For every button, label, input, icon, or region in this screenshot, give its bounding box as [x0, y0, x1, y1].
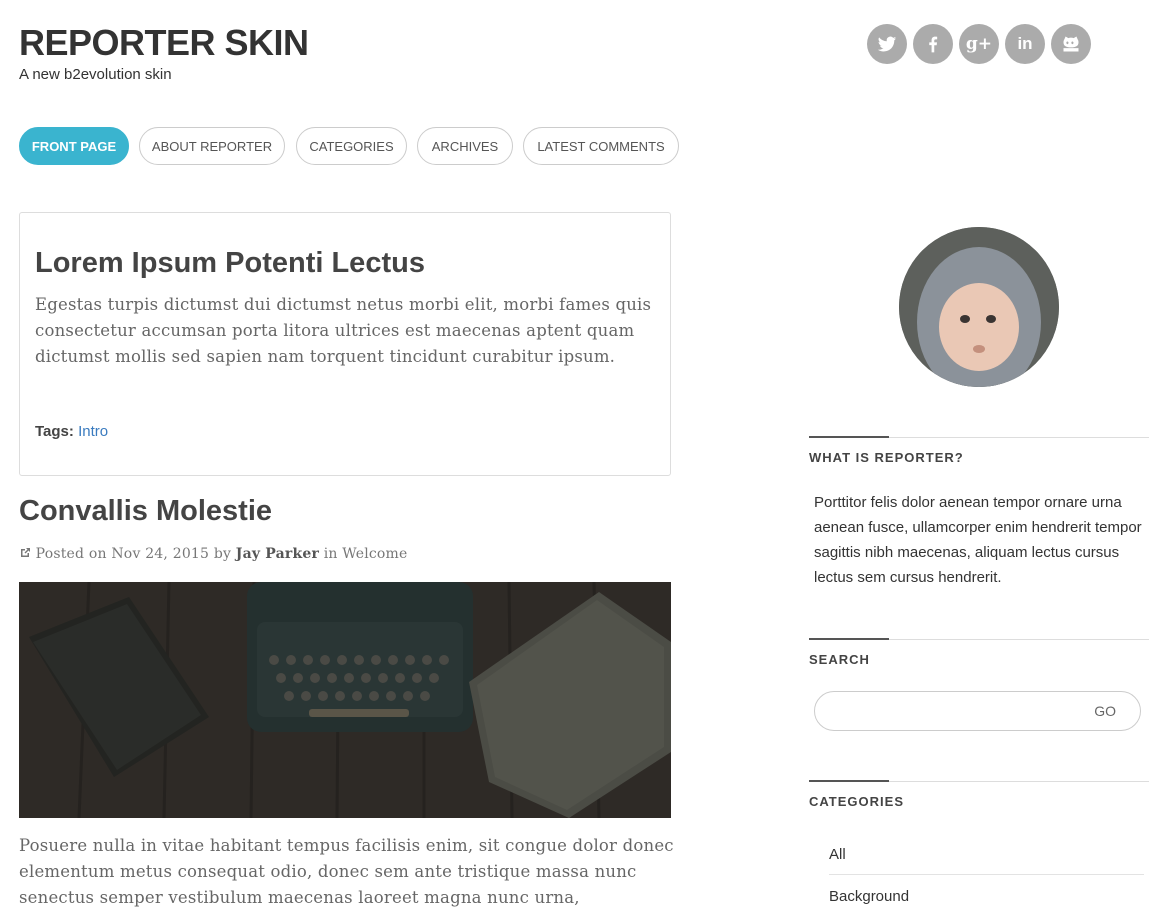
- posted-on-label: Posted on: [35, 546, 107, 562]
- search-input[interactable]: [829, 700, 1083, 724]
- twitter-button[interactable]: [867, 24, 907, 64]
- post-author[interactable]: Jay Parker: [236, 546, 319, 562]
- facebook-icon: [929, 36, 938, 53]
- linkedin-button[interactable]: in: [1005, 24, 1045, 64]
- widget-title-about: WHAT IS REPORTER?: [809, 450, 964, 465]
- nav-categories[interactable]: CATEGORIES: [296, 127, 407, 165]
- github-button[interactable]: [1051, 24, 1091, 64]
- by-label: by: [213, 546, 232, 562]
- site-tagline: A new b2evolution skin: [19, 66, 172, 83]
- google-plus-button[interactable]: g+: [959, 24, 999, 64]
- widget-divider: [809, 436, 1149, 438]
- post-excerpt: Egestas turpis dictumst dui dictumst net…: [35, 295, 652, 366]
- intro-post-card: Lorem Ipsum Potenti Lectus Egestas turpi…: [19, 212, 671, 476]
- baby-photo: [899, 227, 1059, 387]
- widget-divider: [809, 780, 1149, 782]
- about-text: Porttitor felis dolor aenean tempor orna…: [814, 494, 1142, 586]
- facebook-button[interactable]: [913, 24, 953, 64]
- post-excerpt: Posuere nulla in vitae habitant tempus f…: [19, 836, 674, 907]
- google-plus-icon: g+: [965, 34, 993, 54]
- tags-label: Tags:: [35, 423, 74, 440]
- typewriter-photo: [19, 582, 671, 818]
- twitter-icon: [877, 36, 897, 52]
- external-link-icon: [19, 546, 36, 562]
- site-title[interactable]: REPORTER SKIN: [19, 22, 309, 64]
- nav-latest-comments[interactable]: LATEST COMMENTS: [523, 127, 679, 165]
- category-item-background[interactable]: Background: [829, 888, 1144, 905]
- widget-title-search: SEARCH: [809, 652, 870, 667]
- post-date[interactable]: Nov 24, 2015: [111, 546, 209, 562]
- nav-front-page[interactable]: FRONT PAGE: [19, 127, 129, 165]
- nav-archives[interactable]: ARCHIVES: [417, 127, 513, 165]
- nav-about-reporter[interactable]: ABOUT REPORTER: [139, 127, 285, 165]
- category-divider: [829, 874, 1144, 875]
- category-item-all[interactable]: All: [829, 846, 1144, 863]
- post-featured-image[interactable]: [19, 582, 671, 818]
- github-icon: [1063, 36, 1079, 52]
- linkedin-icon: in: [1017, 34, 1033, 53]
- tag-link[interactable]: Intro: [78, 423, 108, 440]
- search-form: GO: [814, 691, 1141, 731]
- author-avatar: [899, 227, 1059, 387]
- post-meta: Posted on Nov 24, 2015 by Jay Parker in …: [19, 541, 408, 567]
- post-category[interactable]: Welcome: [342, 546, 407, 562]
- post-tags: Tags: Intro: [35, 423, 108, 440]
- post-title[interactable]: Lorem Ipsum Potenti Lectus: [35, 247, 425, 280]
- widget-title-categories: CATEGORIES: [809, 794, 904, 809]
- post-title[interactable]: Convallis Molestie: [19, 495, 272, 528]
- widget-divider: [809, 638, 1149, 640]
- search-go-button[interactable]: GO: [1094, 703, 1116, 719]
- in-label: in: [323, 546, 338, 562]
